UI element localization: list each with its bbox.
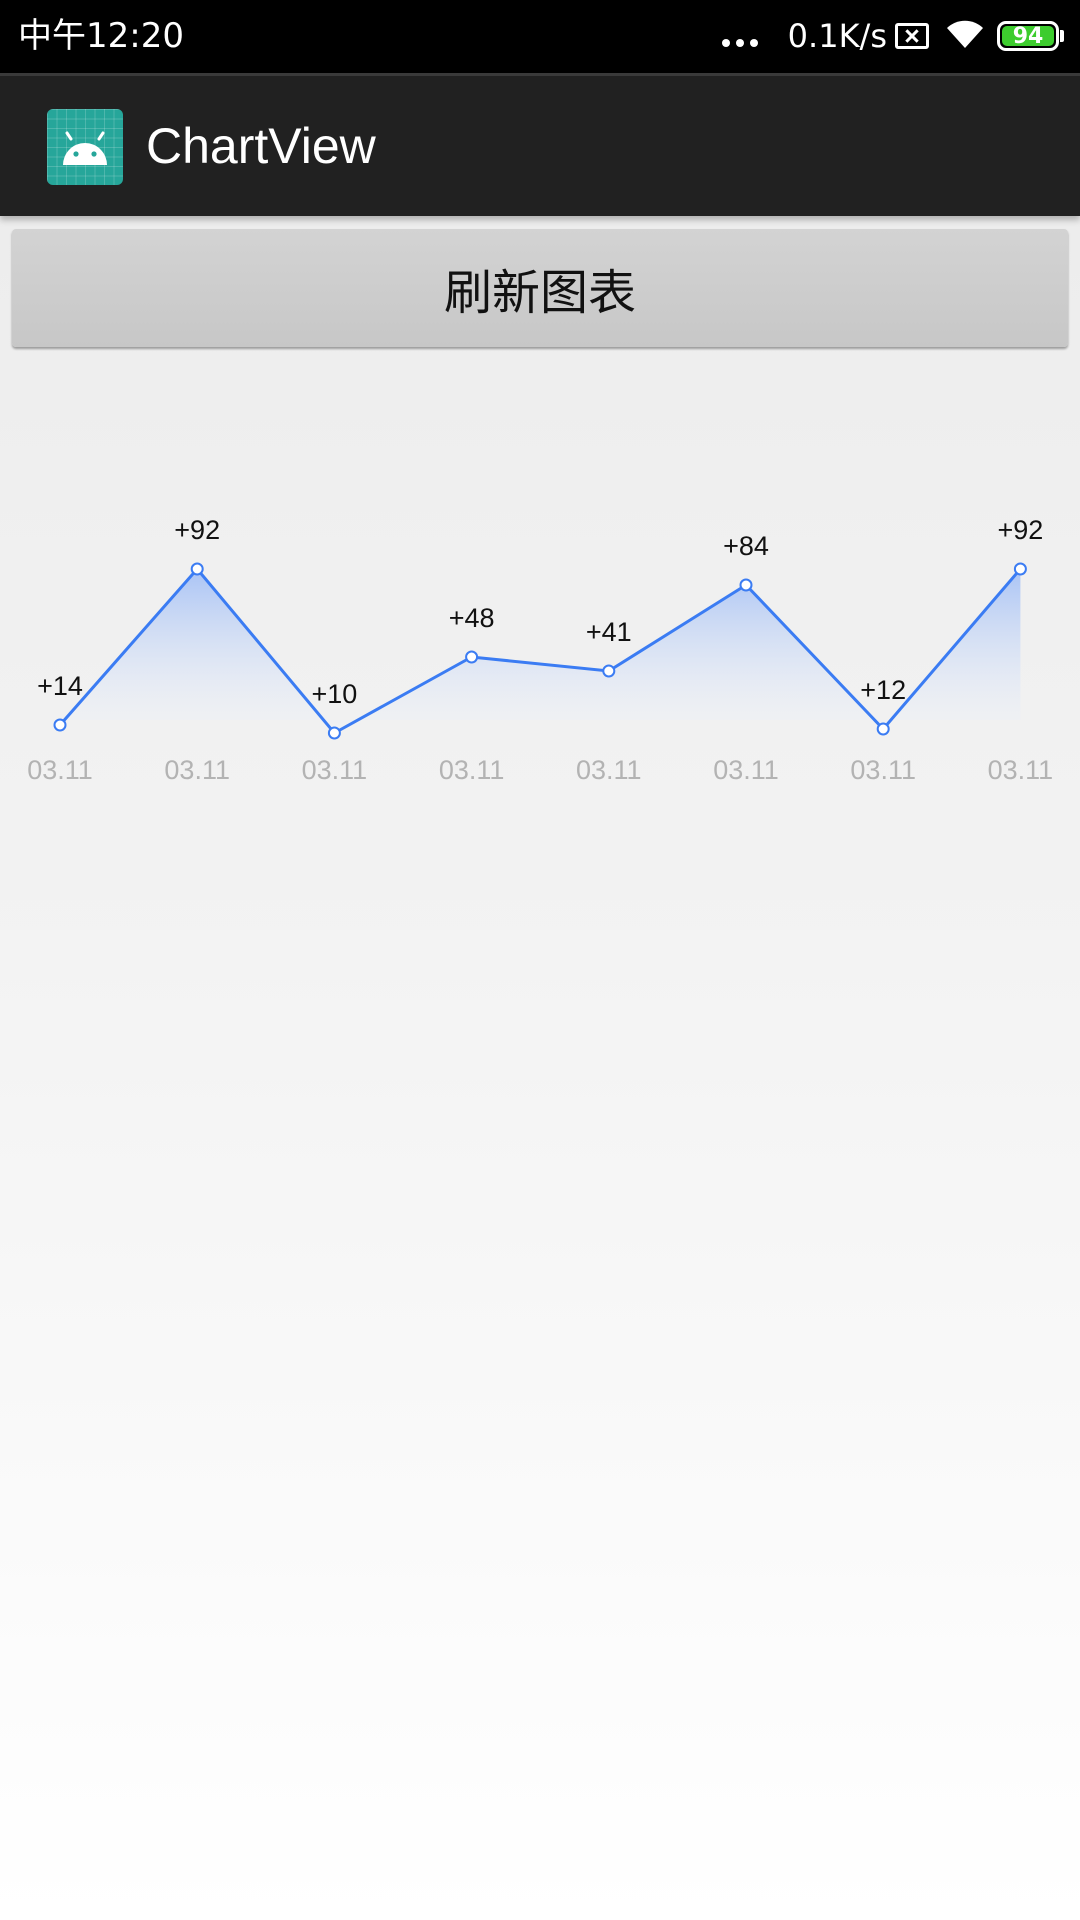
status-bar: 中午12:20 0.1K/s 94 — [0, 0, 1080, 73]
chart-data-label: +48 — [449, 603, 495, 633]
chart-point — [876, 722, 890, 736]
chart-x-tick-label: 03.11 — [713, 755, 779, 785]
chart-data-label: +92 — [997, 515, 1043, 545]
chart-point — [739, 578, 753, 592]
chart-point — [1013, 562, 1027, 576]
chart-data-label: +92 — [174, 515, 220, 545]
chart-data-label: +10 — [311, 679, 357, 709]
chart-point — [465, 650, 479, 664]
chart-data-label: +84 — [723, 531, 769, 561]
wifi-icon — [945, 18, 985, 54]
network-speed: 0.1K/s — [787, 17, 887, 55]
chart-x-tick-label: 03.11 — [576, 755, 642, 785]
no-sim-icon — [895, 23, 929, 49]
chart-data-label: +41 — [586, 617, 632, 647]
chart-point — [190, 562, 204, 576]
status-icons: 0.1K/s 94 — [721, 14, 1064, 58]
battery-icon: 94 — [997, 21, 1064, 51]
chart-point — [53, 718, 67, 732]
line-chart: +14 +92 +10 +48 +41 +84 +12 +92 03.11 03.11 03.11… — [27, 515, 1054, 785]
chart-x-tick-label: 03.11 — [850, 755, 916, 785]
chart-point — [602, 664, 616, 678]
chart-data-label: +14 — [37, 671, 83, 701]
chart-point — [327, 726, 341, 740]
app-bar: ChartView — [0, 73, 1080, 216]
chart-x-tick-label: 03.11 — [302, 755, 368, 785]
chart-x-tick-label: 03.11 — [164, 755, 230, 785]
refresh-chart-button[interactable]: 刷新图表 — [12, 229, 1068, 347]
chart-data-label: +12 — [860, 675, 906, 705]
status-time: 中午12:20 — [18, 16, 184, 56]
chart-x-tick-label: 03.11 — [439, 755, 505, 785]
chart-area-fill — [60, 569, 1021, 733]
app-title: ChartView — [146, 118, 376, 174]
chart-x-tick-label: 03.11 — [27, 755, 93, 785]
chart-x-tick-label: 03.11 — [988, 755, 1054, 785]
android-app-icon — [47, 109, 123, 185]
battery-level: 94 — [1012, 23, 1044, 49]
more-notifications-icon — [721, 39, 758, 47]
